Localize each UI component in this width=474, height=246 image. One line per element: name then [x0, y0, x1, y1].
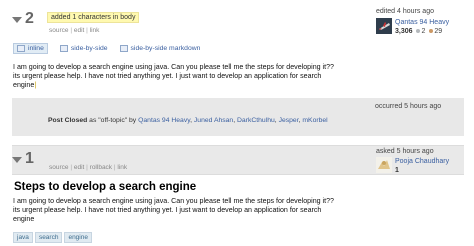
reputation: 1 [395, 167, 399, 175]
side-by-side-icon [59, 45, 68, 52]
tag-list: java search engine [13, 232, 94, 243]
tag-search[interactable]: search [34, 232, 63, 243]
reputation: 3,306 [395, 28, 413, 36]
revision-1-toggle[interactable]: 1 [12, 150, 34, 168]
tab-side-by-side-markdown[interactable]: side-by-side markdown [119, 45, 200, 52]
inline-view-icon [17, 45, 25, 52]
closer-link[interactable]: Qantas 94 Heavy [138, 117, 190, 124]
silver-count: 2 [421, 28, 426, 36]
closer-link[interactable]: Jesper [279, 117, 299, 124]
edited-time: edited 4 hours ago [376, 8, 434, 15]
silver-badge-icon [416, 29, 421, 34]
avatar[interactable] [376, 157, 392, 174]
collapse-arrow-icon [12, 17, 22, 23]
closer-link[interactable]: Juned Ahsan [194, 117, 233, 124]
occurred-time: occurred 5 hours ago [375, 103, 442, 110]
closer-link[interactable]: mKorbel [302, 117, 327, 124]
bronze-count: 29 [434, 28, 443, 36]
markdown-icon [119, 45, 128, 52]
editor-name[interactable]: Qantas 94 Heavy [395, 18, 449, 27]
closer-link[interactable]: DarkCthulhu [237, 117, 275, 124]
editor-card: edited 4 hours ago Qantas 94 Heavy 3,306… [376, 7, 449, 36]
edit-link[interactable]: edit [74, 164, 84, 171]
rollback-link[interactable]: rollback [90, 164, 112, 171]
closed-description: Post Closed as "off-topic" by Qantas 94 … [48, 117, 328, 124]
revision-1-links: source | edit | rollback | link [49, 164, 128, 171]
collapse-arrow-icon [12, 157, 22, 163]
revision-comment: added 1 characters in body [47, 12, 140, 23]
asker-card: asked 5 hours ago Pooja Chaudhary 1 [376, 147, 449, 175]
source-link[interactable]: source [49, 27, 69, 34]
tab-inline[interactable]: inline [13, 43, 48, 54]
tag-java[interactable]: java [13, 232, 33, 243]
link-link[interactable]: link [117, 164, 127, 171]
revision-2-toggle[interactable]: 2 [12, 10, 34, 28]
diff-view-tabs: inline side-by-side side-by-side markdow… [13, 43, 200, 54]
question-title: Steps to develop a search engine [14, 181, 197, 193]
source-link[interactable]: source [49, 164, 69, 171]
reputation-line: 3,306 2 29 [395, 27, 449, 36]
tab-side-by-side[interactable]: side-by-side [59, 45, 108, 52]
revision-1-body: I am going to develop a search engine us… [13, 197, 334, 224]
revision-number: 2 [25, 10, 34, 27]
revision-2-body: I am going to develop a search engine us… [13, 63, 334, 90]
asker-name[interactable]: Pooja Chaudhary [395, 157, 449, 166]
link-link[interactable]: link [90, 27, 100, 34]
tag-engine[interactable]: engine [64, 232, 92, 243]
avatar[interactable] [376, 18, 392, 35]
revision-2-links: source | edit | link [49, 27, 100, 34]
revision-number: 1 [25, 150, 34, 167]
bronze-badge-icon [429, 29, 434, 34]
edit-link[interactable]: edit [74, 27, 84, 34]
asked-time: asked 5 hours ago [376, 148, 434, 155]
